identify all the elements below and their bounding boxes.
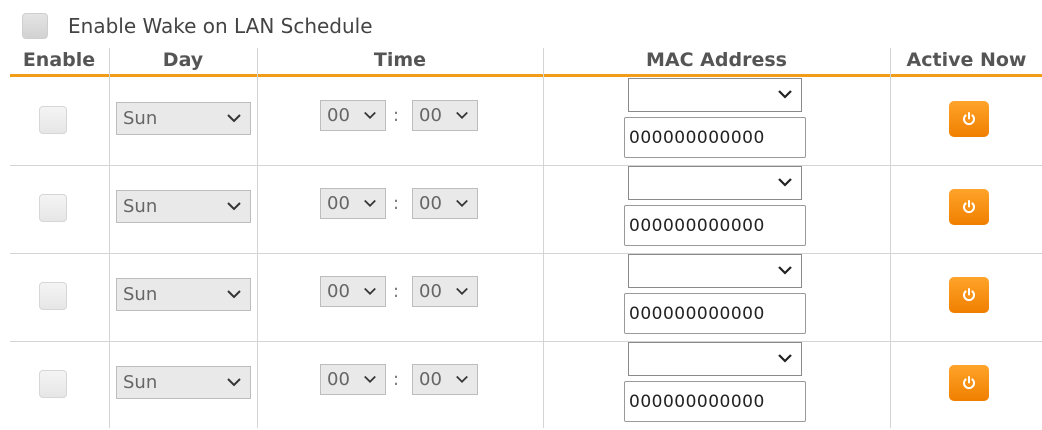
row-enable-checkbox[interactable] — [39, 194, 67, 222]
chevron-down-icon — [364, 287, 376, 295]
time-cell: 00 : 00 — [258, 166, 542, 254]
power-icon — [963, 288, 975, 301]
chevron-down-icon — [364, 199, 376, 207]
chevron-down-icon — [364, 375, 376, 383]
header-enable: Enable — [22, 49, 96, 71]
day-value: Sun — [123, 196, 158, 217]
active-now-button[interactable] — [949, 365, 989, 401]
active-now-button[interactable] — [949, 189, 989, 225]
day-select[interactable]: Sun — [116, 190, 251, 223]
chevron-down-icon — [227, 113, 241, 122]
mac-cell: 000000000000 — [544, 254, 889, 342]
time-cell: 00 : 00 — [258, 254, 542, 342]
active-now-button[interactable] — [949, 277, 989, 313]
day-value: Sun — [123, 108, 158, 129]
mac-cell: 000000000000 — [544, 166, 889, 254]
day-cell: Sun — [110, 342, 256, 430]
table-row: Sun 00 : 00 000000000000 — [0, 78, 1042, 166]
minute-value: 00 — [419, 105, 442, 126]
mac-address-input[interactable]: 000000000000 — [624, 381, 806, 422]
enable-cell — [10, 254, 108, 342]
minute-value: 00 — [419, 281, 442, 302]
day-value: Sun — [123, 372, 158, 393]
enable-cell — [10, 166, 108, 254]
active-cell — [891, 342, 1042, 430]
enable-cell — [10, 78, 108, 166]
chevron-down-icon — [227, 289, 241, 298]
time-separator: : — [393, 369, 400, 390]
row-enable-checkbox[interactable] — [39, 282, 67, 310]
chevron-down-icon — [227, 377, 241, 386]
day-cell: Sun — [110, 166, 256, 254]
mac-address-select[interactable] — [628, 254, 802, 288]
hour-value: 00 — [327, 369, 350, 390]
hour-select[interactable]: 00 — [320, 276, 386, 307]
mac-address-select[interactable] — [628, 342, 802, 376]
table-row: Sun 00 : 00 000000000000 — [0, 254, 1042, 342]
chevron-down-icon — [456, 375, 468, 383]
hour-select[interactable]: 00 — [320, 100, 386, 131]
enable-wol-schedule-label: Enable Wake on LAN Schedule — [68, 14, 373, 38]
table-row: Sun 00 : 00 000000000000 — [0, 342, 1042, 430]
hour-select[interactable]: 00 — [320, 364, 386, 395]
header-mac-address: MAC Address — [646, 49, 787, 71]
header-active-now: Active Now — [906, 49, 1027, 71]
mac-address-select[interactable] — [628, 166, 802, 200]
day-cell: Sun — [110, 254, 256, 342]
minute-select[interactable]: 00 — [412, 188, 478, 219]
power-icon — [963, 376, 975, 389]
hour-value: 00 — [327, 105, 350, 126]
chevron-down-icon — [456, 199, 468, 207]
header-time: Time — [373, 49, 427, 71]
mac-cell: 000000000000 — [544, 342, 889, 430]
chevron-down-icon — [778, 266, 792, 275]
day-select[interactable]: Sun — [116, 102, 251, 135]
enable-cell — [10, 342, 108, 430]
hour-select[interactable]: 00 — [320, 188, 386, 219]
chevron-down-icon — [227, 201, 241, 210]
day-cell: Sun — [110, 78, 256, 166]
minute-select[interactable]: 00 — [412, 276, 478, 307]
chevron-down-icon — [456, 111, 468, 119]
row-enable-checkbox[interactable] — [39, 106, 67, 134]
mac-address-select[interactable] — [628, 78, 802, 112]
mac-address-input[interactable]: 000000000000 — [624, 205, 806, 246]
mac-address-input[interactable]: 000000000000 — [624, 117, 806, 158]
mac-address-input[interactable]: 000000000000 — [624, 293, 806, 334]
day-select[interactable]: Sun — [116, 278, 251, 311]
minute-value: 00 — [419, 369, 442, 390]
active-cell — [891, 78, 1042, 166]
time-separator: : — [393, 281, 400, 302]
active-now-button[interactable] — [949, 101, 989, 137]
time-separator: : — [393, 193, 400, 214]
enable-wol-schedule-checkbox[interactable] — [22, 13, 48, 39]
minute-select[interactable]: 00 — [412, 364, 478, 395]
header-day: Day — [162, 49, 204, 71]
minute-value: 00 — [419, 193, 442, 214]
mac-cell: 000000000000 — [544, 78, 889, 166]
chevron-down-icon — [364, 111, 376, 119]
hour-value: 00 — [327, 281, 350, 302]
chevron-down-icon — [778, 354, 792, 363]
day-value: Sun — [123, 284, 158, 305]
row-enable-checkbox[interactable] — [39, 370, 67, 398]
power-icon — [963, 112, 975, 125]
active-cell — [891, 166, 1042, 254]
minute-select[interactable]: 00 — [412, 100, 478, 131]
active-cell — [891, 254, 1042, 342]
table-row: Sun 00 : 00 000000000000 — [0, 166, 1042, 254]
time-separator: : — [393, 105, 400, 126]
chevron-down-icon — [778, 90, 792, 99]
time-cell: 00 : 00 — [258, 78, 542, 166]
chevron-down-icon — [456, 287, 468, 295]
time-cell: 00 : 00 — [258, 342, 542, 430]
hour-value: 00 — [327, 193, 350, 214]
day-select[interactable]: Sun — [116, 366, 251, 399]
wol-master: Enable Wake on LAN Schedule — [22, 10, 373, 42]
header-underline — [10, 74, 1042, 77]
chevron-down-icon — [778, 178, 792, 187]
power-icon — [963, 200, 975, 213]
